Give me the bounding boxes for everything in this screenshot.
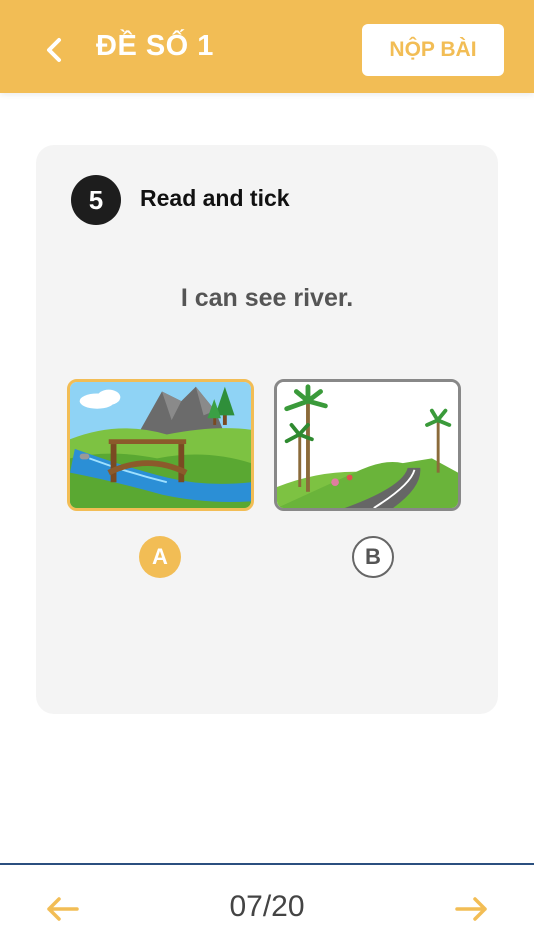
chevron-left-icon [47, 38, 61, 62]
next-button[interactable] [452, 889, 492, 929]
footer-divider [0, 863, 534, 865]
question-number-badge: 5 [71, 175, 121, 225]
river-bridge-image [70, 382, 251, 508]
option-b-button[interactable]: B [352, 536, 394, 578]
page-title: ĐỀ SỐ 1 [96, 30, 214, 62]
option-b-image[interactable] [274, 379, 461, 511]
option-a-image[interactable] [67, 379, 254, 511]
arrow-right-icon [455, 897, 487, 921]
question-text: I can see river. [180, 284, 354, 312]
question-instruction: Read and tick [140, 185, 290, 211]
back-button[interactable] [36, 32, 72, 68]
road-palm-image [277, 382, 458, 508]
submit-button[interactable]: NỘP BÀI [362, 24, 504, 76]
option-a-button[interactable]: A [139, 536, 181, 578]
top-bar: ĐỀ SỐ 1 NỘP BÀI [0, 0, 534, 93]
question-card: 5 Read and tick I can see river. A B [36, 145, 498, 714]
